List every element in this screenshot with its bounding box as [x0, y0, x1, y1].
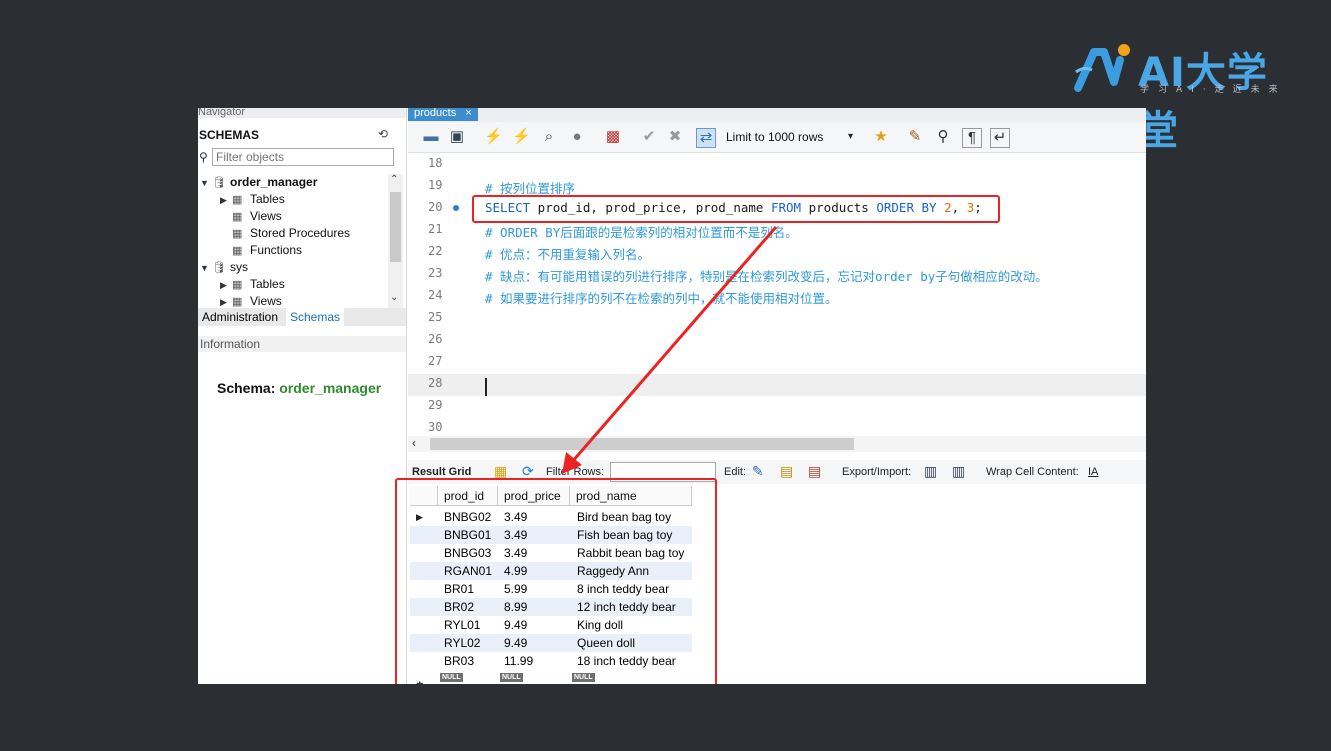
annotation-arrow-icon: [562, 226, 778, 474]
